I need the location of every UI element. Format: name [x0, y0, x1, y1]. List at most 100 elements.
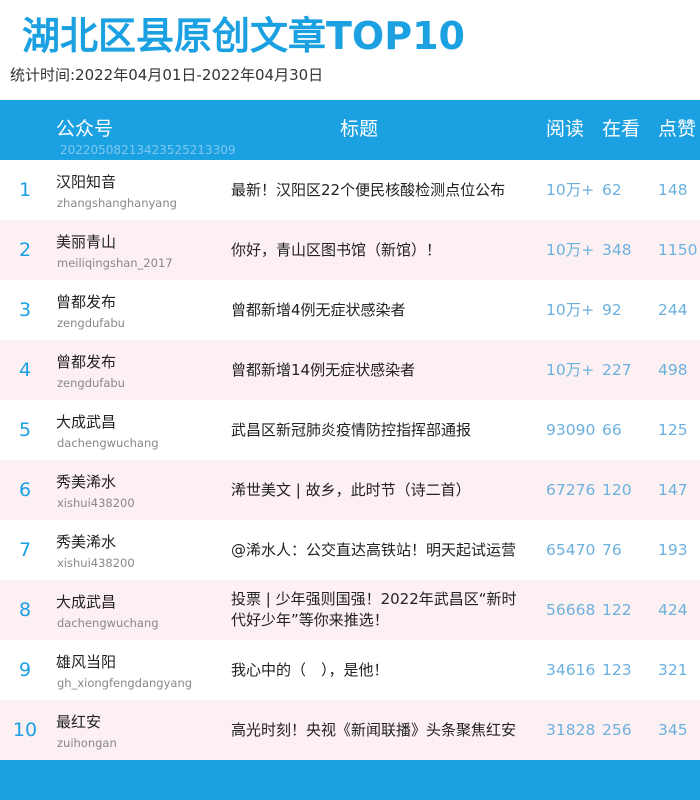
- like-count: 193: [658, 541, 688, 559]
- rank-number: 4: [18, 359, 32, 381]
- table-row: 9 雄风当阳 gh_xiongfengdangyang 我心中的（ ），是他！ …: [0, 640, 700, 700]
- rank-number: 2: [18, 239, 32, 261]
- table-header: 公众号 标题 阅读 在看 点赞 20220508213423525213309: [0, 100, 700, 160]
- rank-number: 7: [18, 539, 32, 561]
- account-name: 秀美浠水: [56, 533, 117, 551]
- table-row: 5 大成武昌 dachengwuchang 武昌区新冠肺炎疫情防控指挥部通报 9…: [0, 400, 700, 460]
- article-title-text: 曾都新增14例无症状感染者: [231, 360, 416, 379]
- account-id: dachengwuchang: [57, 436, 159, 450]
- table-row: 3 曾都发布 zengdufabu 曾都新增4例无症状感染者 10万+ 92 2…: [0, 280, 700, 340]
- read-count: 93090: [546, 421, 596, 439]
- rank-number: 6: [18, 479, 32, 501]
- header-account: 公众号: [56, 118, 114, 140]
- rank-number: 1: [18, 179, 32, 201]
- account-id: gh_xiongfengdangyang: [57, 676, 193, 690]
- article-title[interactable]: 曾都新增4例无症状感染者: [231, 280, 521, 340]
- article-title-text: 投票 | 少年强则国强！2022年武昌区“新时代好少年”等你来推选！: [231, 590, 517, 629]
- table-row: 1 汉阳知音 zhangshanghanyang 最新！汉阳区22个便民核酸检测…: [0, 160, 700, 220]
- rank-number: 5: [18, 419, 32, 441]
- header-serial-number: 20220508213423525213309: [60, 143, 236, 157]
- read-count: 10万+: [546, 361, 595, 379]
- header-watch: 在看: [602, 118, 641, 140]
- read-count: 31828: [546, 721, 596, 739]
- account-name: 大成武昌: [56, 593, 117, 611]
- watch-count: 92: [602, 301, 622, 319]
- table-row: 2 美丽青山 meiliqingshan_2017 你好，青山区图书馆（新馆）！…: [0, 220, 700, 280]
- account-name: 雄风当阳: [56, 653, 117, 671]
- account-name: 大成武昌: [56, 413, 117, 431]
- rank-number: 10: [12, 719, 38, 741]
- account-id: dachengwuchang: [57, 616, 159, 630]
- read-count: 10万+: [546, 241, 595, 259]
- account-id: zengdufabu: [57, 376, 125, 390]
- like-count: 244: [658, 301, 688, 319]
- article-title-text: 浠世美文 | 故乡，此时节（诗二首）: [231, 480, 471, 499]
- article-title-text: 高光时刻！央视《新闻联播》头条聚焦红安: [231, 720, 517, 739]
- table-row: 8 大成武昌 dachengwuchang 投票 | 少年强则国强！2022年武…: [0, 580, 700, 640]
- table-row: 7 秀美浠水 xishui438200 @浠水人：公交直达高铁站！明天起试运营 …: [0, 520, 700, 580]
- read-count: 65470: [546, 541, 596, 559]
- account-name: 汉阳知音: [56, 173, 117, 191]
- like-count: 1150: [658, 241, 698, 259]
- read-count: 67276: [546, 481, 596, 499]
- article-title[interactable]: 曾都新增14例无症状感染者: [231, 340, 521, 400]
- article-title-text: 曾都新增4例无症状感染者: [231, 300, 406, 319]
- read-count: 56668: [546, 601, 596, 619]
- like-count: 125: [658, 421, 688, 439]
- account-name: 曾都发布: [56, 293, 117, 311]
- watch-count: 66: [602, 421, 622, 439]
- account-name: 美丽青山: [56, 233, 117, 251]
- article-title-text: 最新！汉阳区22个便民核酸检测点位公布: [231, 180, 506, 199]
- like-count: 147: [658, 481, 688, 499]
- article-title-text: 武昌区新冠肺炎疫情防控指挥部通报: [231, 420, 472, 439]
- article-title[interactable]: 我心中的（ ），是他！: [231, 640, 521, 700]
- account-id: xishui438200: [57, 496, 135, 510]
- read-count: 34616: [546, 661, 596, 679]
- header-like: 点赞: [658, 118, 697, 140]
- account-id: meiliqingshan_2017: [57, 256, 173, 270]
- like-count: 498: [658, 361, 688, 379]
- footer-bar: [0, 760, 700, 800]
- article-title[interactable]: @浠水人：公交直达高铁站！明天起试运营: [231, 520, 521, 580]
- article-title[interactable]: 最新！汉阳区22个便民核酸检测点位公布: [231, 160, 521, 220]
- watch-count: 120: [602, 481, 632, 499]
- article-title-text: 你好，青山区图书馆（新馆）！: [231, 240, 442, 259]
- like-count: 321: [658, 661, 688, 679]
- account-id: xishui438200: [57, 556, 135, 570]
- account-name: 最红安: [56, 713, 102, 731]
- article-title[interactable]: 高光时刻！央视《新闻联播》头条聚焦红安: [231, 700, 521, 760]
- read-count: 10万+: [546, 181, 595, 199]
- watch-count: 227: [602, 361, 632, 379]
- account-name: 曾都发布: [56, 353, 117, 371]
- account-id: zhangshanghanyang: [57, 196, 177, 210]
- read-count: 10万+: [546, 301, 595, 319]
- like-count: 345: [658, 721, 688, 739]
- article-title[interactable]: 浠世美文 | 故乡，此时节（诗二首）: [231, 460, 521, 520]
- statistics-period: 统计时间:2022年04月01日-2022年04月30日: [10, 66, 324, 84]
- account-id: zuihongan: [57, 736, 117, 750]
- page-title: 湖北区县原创文章TOP10: [22, 14, 465, 58]
- watch-count: 123: [602, 661, 632, 679]
- article-title-text: 我心中的（ ），是他！: [231, 660, 389, 679]
- ranking-page: 湖北区县原创文章TOP10 统计时间:2022年04月01日-2022年04月3…: [0, 0, 700, 800]
- article-title[interactable]: 投票 | 少年强则国强！2022年武昌区“新时代好少年”等你来推选！: [231, 580, 521, 640]
- watch-count: 256: [602, 721, 632, 739]
- like-count: 148: [658, 181, 688, 199]
- watch-count: 348: [602, 241, 632, 259]
- watch-count: 122: [602, 601, 632, 619]
- article-title-text: @浠水人：公交直达高铁站！明天起试运营: [231, 540, 517, 559]
- account-id: zengdufabu: [57, 316, 125, 330]
- rank-number: 3: [18, 299, 32, 321]
- like-count: 424: [658, 601, 688, 619]
- article-title[interactable]: 武昌区新冠肺炎疫情防控指挥部通报: [231, 400, 521, 460]
- table-row: 10 最红安 zuihongan 高光时刻！央视《新闻联播》头条聚焦红安 318…: [0, 700, 700, 760]
- table-row: 4 曾都发布 zengdufabu 曾都新增14例无症状感染者 10万+ 227…: [0, 340, 700, 400]
- header-read: 阅读: [546, 118, 585, 140]
- ranking-table: 1 汉阳知音 zhangshanghanyang 最新！汉阳区22个便民核酸检测…: [0, 160, 700, 760]
- article-title[interactable]: 你好，青山区图书馆（新馆）！: [231, 220, 521, 280]
- watch-count: 76: [602, 541, 622, 559]
- watch-count: 62: [602, 181, 622, 199]
- rank-number: 8: [18, 599, 32, 621]
- table-row: 6 秀美浠水 xishui438200 浠世美文 | 故乡，此时节（诗二首） 6…: [0, 460, 700, 520]
- header-article-title: 标题: [340, 118, 379, 140]
